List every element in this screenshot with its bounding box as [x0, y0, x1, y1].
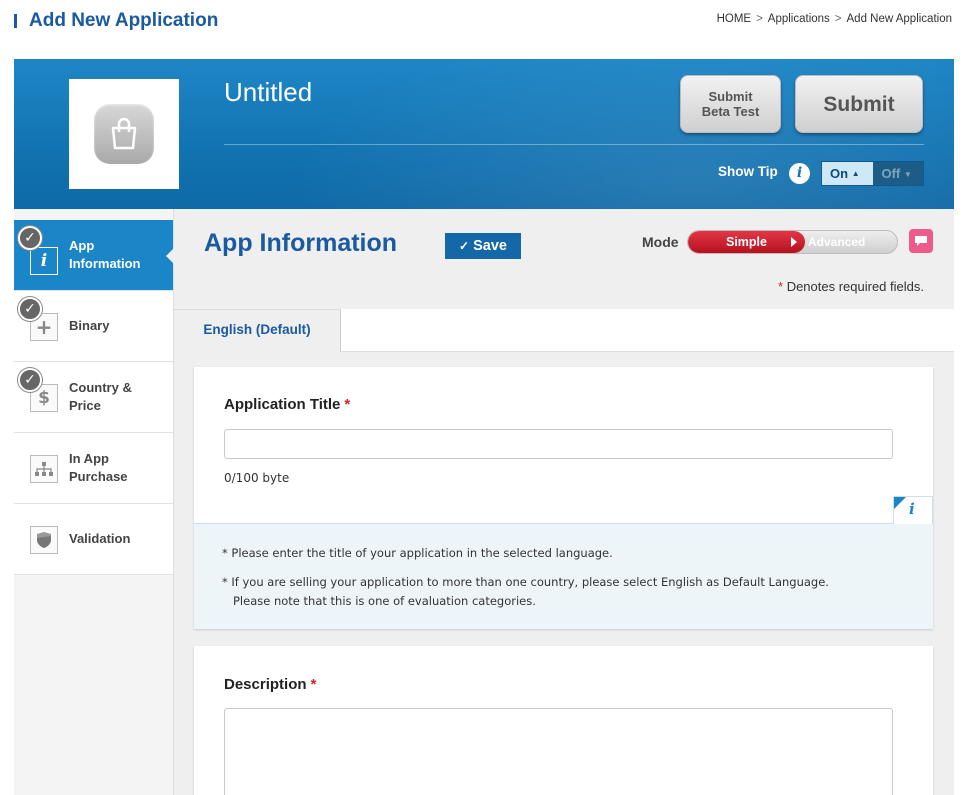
main-content: App Information ✓ Save Mode Simple Advan…: [174, 209, 954, 795]
required-star: *: [310, 676, 317, 693]
section-title: App Information: [204, 229, 398, 257]
tip-text-2: * If you are selling your application to…: [222, 575, 829, 589]
shield-icon: [30, 526, 58, 554]
submit-button[interactable]: Submit: [795, 75, 923, 133]
show-tip-label: Show Tip: [718, 164, 778, 179]
hierarchy-icon: [30, 455, 58, 483]
breadcrumb-separator: >: [834, 13, 842, 25]
submit-beta-line2: Beta Test: [701, 104, 760, 119]
sidebar-item-country-price[interactable]: $ ✓ Country & Price: [14, 362, 173, 433]
chat-bubble-icon[interactable]: [909, 229, 933, 253]
show-tip-toggle[interactable]: On ▲ Off ▼: [821, 161, 924, 186]
toggle-off-label: Off: [881, 166, 901, 181]
submit-beta-line1: Submit: [708, 89, 753, 104]
required-star: *: [778, 279, 784, 294]
sidebar-item-binary[interactable]: + ✓ Binary: [14, 291, 173, 362]
caret-down-icon: ▼: [903, 170, 912, 179]
tip-text-1: * Please enter the title of your applica…: [222, 546, 613, 560]
breadcrumb-separator: >: [756, 13, 763, 25]
sidebar-label-line2: Purchase: [69, 469, 128, 484]
info-icon: i: [909, 500, 915, 518]
app-icon-placeholder[interactable]: [69, 79, 179, 189]
sidebar-spacer: [14, 575, 173, 795]
sidebar: i ✓ App Information + ✓ Binary $ ✓ Count…: [14, 209, 174, 795]
breadcrumb-home[interactable]: HOME: [717, 13, 752, 25]
field-label-text: Application Title: [224, 396, 341, 413]
description-textarea[interactable]: [224, 708, 893, 795]
submit-beta-test-button[interactable]: Submit Beta Test: [680, 75, 781, 133]
sidebar-label-line1: App: [69, 238, 95, 253]
header-divider: [224, 144, 924, 145]
description-label: Description *: [224, 676, 316, 693]
info-icon: i: [30, 247, 58, 275]
description-card: Description *: [194, 646, 933, 795]
breadcrumb: HOME > Applications > Add New Application: [717, 13, 952, 25]
required-note-text: Denotes required fields.: [786, 279, 924, 294]
tab-english-default[interactable]: English (Default): [174, 309, 341, 352]
info-icon[interactable]: i: [789, 163, 810, 184]
sidebar-item-app-information[interactable]: i ✓ App Information: [14, 220, 174, 291]
checkmark-icon: ✓: [459, 239, 470, 253]
save-label: Save: [473, 238, 507, 254]
toggle-off[interactable]: Off ▼: [873, 162, 923, 185]
shopping-bag-icon: [94, 104, 154, 164]
mode-advanced[interactable]: Advanced: [808, 231, 865, 253]
sidebar-item-label: Binary: [69, 318, 110, 333]
application-title-card: Application Title * 0/100 byte i * Please…: [194, 367, 933, 629]
save-button[interactable]: ✓ Save: [445, 233, 521, 259]
required-star: *: [344, 396, 351, 413]
sidebar-label-line2: Price: [69, 398, 101, 413]
check-icon: ✓: [18, 226, 42, 250]
toggle-on[interactable]: On ▲: [822, 162, 874, 185]
sidebar-item-in-app-purchase[interactable]: In App Purchase: [14, 433, 173, 504]
tip-text-3: Please note that this is one of evaluati…: [233, 594, 536, 608]
page-title: Add New Application: [14, 10, 218, 32]
sidebar-item-validation[interactable]: Validation: [14, 504, 173, 575]
application-title-input[interactable]: [224, 429, 893, 459]
sidebar-item-label: In App Purchase: [69, 450, 128, 486]
breadcrumb-applications[interactable]: Applications: [768, 13, 830, 25]
tip-flag: i: [893, 496, 933, 524]
title-accent-bar: [14, 14, 17, 28]
application-title-label: Application Title *: [224, 396, 350, 413]
toggle-on-label: On: [830, 166, 849, 181]
mode-switch[interactable]: Simple Advanced: [687, 230, 898, 254]
tip-box: i * Please enter the title of your appli…: [194, 496, 933, 629]
check-icon: ✓: [18, 297, 42, 321]
caret-up-icon: ▲: [851, 169, 860, 178]
sidebar-item-label: Validation: [69, 531, 131, 546]
sidebar-label-line1: In App: [69, 451, 109, 466]
sidebar-item-label: App Information: [69, 237, 141, 273]
top-bar: Add New Application HOME > Applications > Ad…: [0, 0, 966, 58]
sidebar-item-label: Country & Price: [69, 379, 132, 415]
app-header-banner: Untitled Submit Beta Test Submit Show Ti…: [14, 59, 954, 209]
mode-label: Mode: [642, 234, 679, 250]
mode-simple[interactable]: Simple: [688, 231, 805, 253]
check-icon: ✓: [18, 368, 42, 392]
app-name: Untitled: [224, 77, 313, 107]
page-title-text: Add New Application: [29, 10, 219, 31]
language-tabs: English (Default): [174, 309, 954, 352]
sidebar-label-line2: Information: [69, 256, 141, 271]
required-fields-note: * Denotes required fields.: [778, 279, 924, 294]
sidebar-label-line1: Country &: [69, 380, 132, 395]
field-label-text: Description: [224, 676, 307, 693]
breadcrumb-current: Add New Application: [846, 13, 952, 25]
byte-counter: 0/100 byte: [224, 471, 290, 485]
